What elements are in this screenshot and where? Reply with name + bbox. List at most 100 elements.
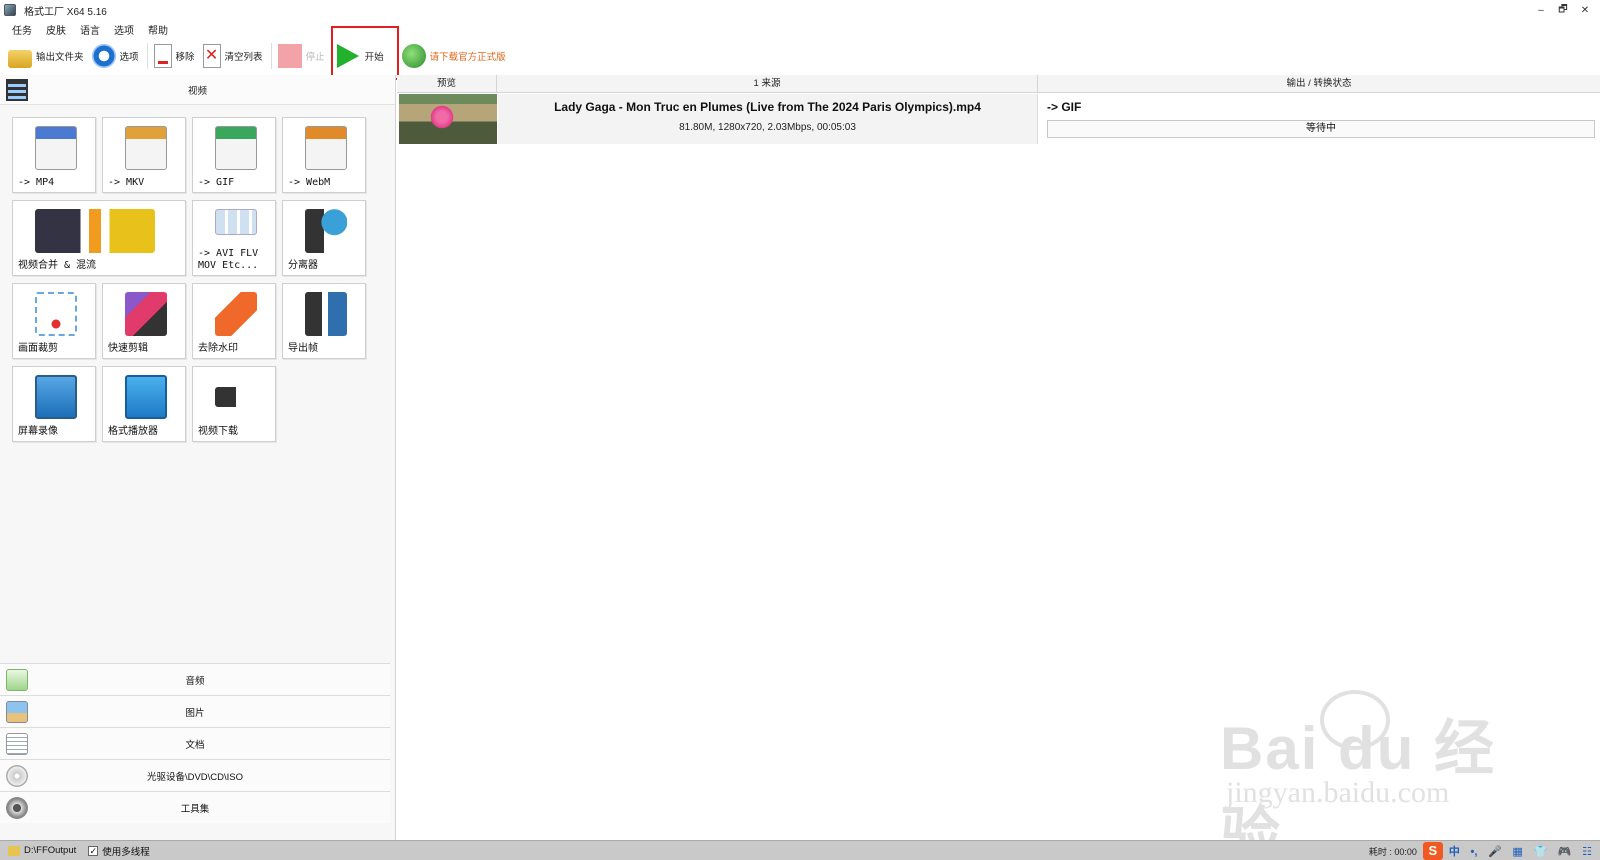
output-folder-label: 输出文件夹 <box>36 52 84 63</box>
column-output-status[interactable]: 输出 / 转换状态 <box>1038 75 1600 93</box>
app-icon <box>4 4 16 16</box>
tile-label: 格式播放器 <box>108 426 158 437</box>
category-video-header[interactable]: 视频 <box>0 75 395 105</box>
film-icon <box>6 79 28 101</box>
category-label: 文档 <box>185 739 205 751</box>
toolbar-divider <box>146 43 148 69</box>
tile-label: 画面裁剪 <box>18 343 58 354</box>
mkv-icon <box>125 126 167 170</box>
tile-to-gif[interactable]: -> GIF <box>192 117 276 193</box>
elapsed-time: 耗时 : 00:00 <box>1368 846 1417 857</box>
restore-button[interactable]: 🗗 <box>1552 2 1574 19</box>
baidu-watermark: Bai du 经验 jingyan.baidu.com <box>1220 690 1540 860</box>
tile-merge-mux[interactable]: 视频合并 & 混流 <box>12 200 186 276</box>
table-row[interactable]: Lady Gaga - Mon Truc en Plumes (Live fro… <box>397 94 1600 144</box>
tile-label: -> AVI FLV MOV Etc... <box>198 248 259 271</box>
category-image[interactable]: 图片 <box>0 695 390 727</box>
ime-skin-icon[interactable]: 👕 <box>1533 846 1547 858</box>
options-label: 选项 <box>119 52 139 63</box>
tile-to-avi-flv-mov[interactable]: -> AVI FLV MOV Etc... <box>192 200 276 276</box>
tile-export-frames[interactable]: 导出帧 <box>282 283 366 359</box>
tile-remove-watermark[interactable]: 去除水印 <box>192 283 276 359</box>
tile-label: 导出帧 <box>288 343 318 354</box>
ime-menu-icon[interactable]: ☷ <box>1582 846 1592 858</box>
close-button[interactable]: ✕ <box>1574 5 1596 16</box>
menu-skin[interactable]: 皮肤 <box>46 22 66 37</box>
multithread-label: 使用多线程 <box>102 846 150 858</box>
ime-punctuation-icon[interactable]: •, <box>1470 846 1477 858</box>
tile-label: -> GIF <box>198 177 235 188</box>
source-info: 81.80M, 1280x720, 2.03Mbps, 00:05:03 <box>679 122 856 133</box>
tile-splitter[interactable]: 分离器 <box>282 200 366 276</box>
player-icon <box>125 375 167 419</box>
tile-label: -> MKV <box>108 177 145 188</box>
remove-button[interactable]: 移除 <box>153 41 195 71</box>
export-frames-icon <box>305 292 347 336</box>
ime-keyboard-icon[interactable]: ▦ <box>1512 846 1522 858</box>
category-label: 音频 <box>185 675 205 687</box>
category-audio[interactable]: 音频 <box>0 663 390 695</box>
tile-format-player[interactable]: 格式播放器 <box>102 366 186 442</box>
tile-to-mkv[interactable]: -> MKV <box>102 117 186 193</box>
splitter-icon <box>305 209 347 253</box>
merge-video-audio-icon <box>35 209 155 253</box>
stop-button[interactable]: 停止 <box>277 41 325 71</box>
tile-label: -> WebM <box>288 177 331 188</box>
conversion-status: 等待中 <box>1047 120 1595 138</box>
ime-microphone-icon[interactable]: 🎤 <box>1488 846 1502 858</box>
column-preview[interactable]: 预览 <box>397 75 497 93</box>
clear-list-button[interactable]: ✕ 清空列表 <box>202 41 263 71</box>
category-disc[interactable]: 光驱设备\DVD\CD\ISO <box>0 759 390 791</box>
tile-crop[interactable]: 画面裁剪 <box>12 283 96 359</box>
document-icon <box>6 733 28 755</box>
output-path[interactable]: D:\FFOutput <box>24 845 76 856</box>
image-icon <box>6 701 28 723</box>
category-toolbox[interactable]: 工具集 <box>0 791 390 823</box>
crop-scissors-icon <box>35 292 77 336</box>
output-format: -> GIF <box>1047 100 1082 114</box>
category-label: 图片 <box>185 707 205 719</box>
menu-language[interactable]: 语言 <box>80 22 100 37</box>
download-official-link[interactable]: 请下载官方正式版 <box>401 41 506 71</box>
start-highlight-box <box>331 26 399 80</box>
clear-list-label: 清空列表 <box>224 52 263 63</box>
tile-video-download[interactable]: 视频下载 <box>192 366 276 442</box>
multithread-checkbox[interactable]: ✓ <box>88 845 99 856</box>
stop-icon <box>277 44 302 68</box>
tile-to-mp4[interactable]: -> MP4 <box>12 117 96 193</box>
status-bar: D:\FFOutput ✓ 使用多线程 耗时 : 00:00 S 中 •, 🎤 … <box>0 840 1600 860</box>
video-thumbnail <box>399 94 497 144</box>
minimize-button[interactable]: – <box>1530 5 1552 16</box>
menu-help[interactable]: 帮助 <box>148 22 168 37</box>
video-download-icon <box>215 387 257 407</box>
tile-label: 视频下载 <box>198 426 238 437</box>
tile-quick-cut[interactable]: 快速剪辑 <box>102 283 186 359</box>
options-button[interactable]: 选项 <box>91 41 139 71</box>
tile-screen-record[interactable]: 屏幕录像 <box>12 366 96 442</box>
remove-label: 移除 <box>175 52 195 63</box>
toolbar-divider <box>270 43 272 69</box>
ime-chinese-mode[interactable]: 中 <box>1449 846 1460 858</box>
eraser-logo-icon <box>215 292 257 336</box>
output-folder-button[interactable]: 输出文件夹 <box>8 41 84 71</box>
window-title: 格式工厂 X64 5.16 <box>24 6 107 18</box>
category-label: 光驱设备\DVD\CD\ISO <box>146 771 244 783</box>
table-header: 预览 1 来源 输出 / 转换状态 <box>397 75 1600 93</box>
ime-tray: 中 •, 🎤 ▦ 👕 🎮 ☷ <box>1449 843 1600 859</box>
clear-x-icon: ✕ <box>202 44 221 68</box>
disc-icon <box>6 765 28 787</box>
menu-task[interactable]: 任务 <box>12 22 32 37</box>
column-source[interactable]: 1 来源 <box>497 75 1038 93</box>
webm-icon <box>305 126 347 170</box>
tile-to-webm[interactable]: -> WebM <box>282 117 366 193</box>
formats-icon <box>215 209 257 235</box>
download-label: 请下载官方正式版 <box>429 52 506 63</box>
category-document[interactable]: 文档 <box>0 727 390 759</box>
quick-cut-icon <box>125 292 167 336</box>
tile-label: 分离器 <box>288 260 318 271</box>
menu-options[interactable]: 选项 <box>114 22 134 37</box>
sogou-ime-icon[interactable]: S <box>1422 842 1443 860</box>
ime-game-icon[interactable]: 🎮 <box>1558 846 1572 858</box>
mp4-icon <box>35 126 77 170</box>
window-controls: – 🗗 ✕ <box>1530 0 1596 20</box>
